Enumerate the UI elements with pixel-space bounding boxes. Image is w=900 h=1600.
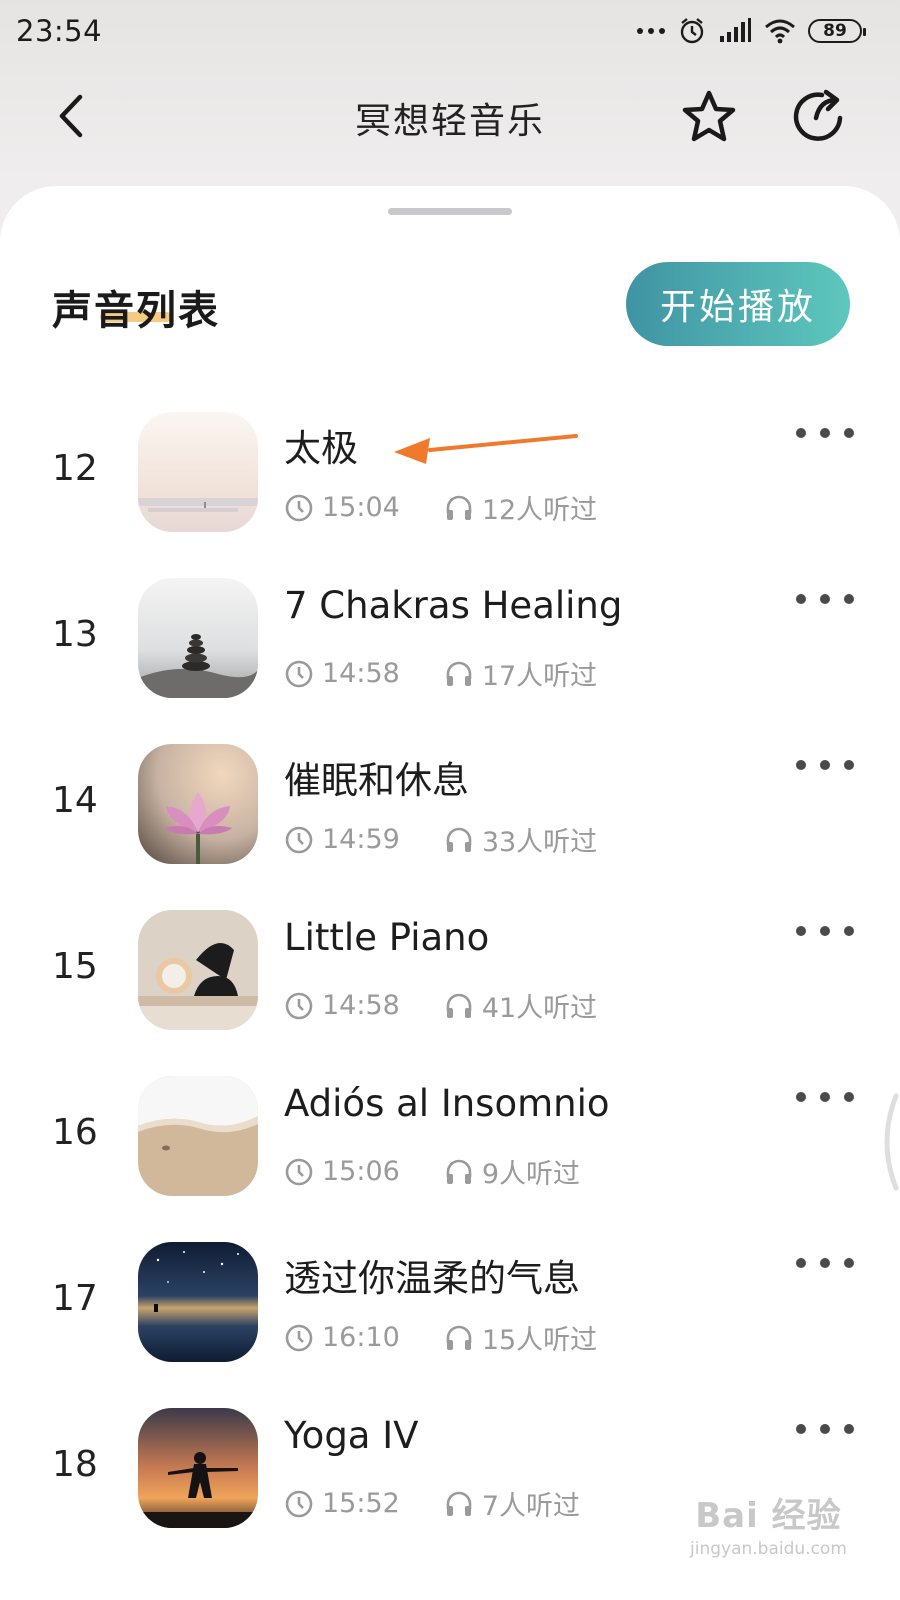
clock-icon — [285, 494, 313, 521]
clock-icon — [285, 1158, 313, 1185]
track-duration: 14:58 — [322, 990, 400, 1021]
section-title: 声音列表 — [52, 288, 220, 334]
track-row[interactable]: 16 Adiós al Insomnio 15:06 9人听过 — [0, 1076, 900, 1226]
track-listens: 7人听过 — [481, 1491, 580, 1522]
annotation-arrow-icon — [394, 434, 578, 464]
track-meta: 15:52 7人听过 — [284, 1484, 580, 1523]
track-meta: 15:04 12人听过 — [284, 488, 597, 527]
track-meta: 16:10 15人听过 — [284, 1318, 597, 1357]
track-duration: 15:06 — [322, 1156, 400, 1187]
nav-bar: 冥想轻音乐 — [0, 70, 900, 162]
headphones-icon — [446, 993, 472, 1018]
more-dots-icon — [637, 28, 665, 34]
track-duration: 14:59 — [322, 824, 400, 855]
watermark-logo: Bai 经验 — [695, 1496, 842, 1536]
track-listens: 12人听过 — [481, 495, 598, 526]
track-row[interactable]: 14 催眠和休息 14:59 33人听过 — [0, 744, 900, 894]
track-index: 12 — [52, 448, 98, 489]
track-index: 15 — [52, 946, 98, 987]
more-options-button[interactable] — [796, 754, 854, 776]
clock-icon — [285, 660, 313, 687]
track-index: 14 — [52, 780, 98, 821]
start-play-button[interactable]: 开始播放 — [626, 262, 850, 346]
more-options-button[interactable] — [796, 1086, 854, 1108]
clock-icon — [285, 826, 313, 853]
track-meta: 14:59 33人听过 — [284, 820, 597, 859]
track-row[interactable]: 17 透过你温柔的气息 16:10 15人听过 — [0, 1242, 900, 1392]
clock-icon — [285, 1324, 313, 1351]
more-options-button[interactable] — [796, 1252, 854, 1274]
track-duration: 15:52 — [322, 1488, 400, 1519]
clock-icon — [285, 992, 313, 1019]
track-cover-night-sky-lake — [138, 1242, 258, 1362]
track-listens: 15人听过 — [481, 1325, 598, 1356]
signal-icon — [720, 18, 751, 42]
share-refresh-icon — [793, 89, 843, 141]
wifi-icon — [765, 19, 795, 44]
edge-swipe-handle[interactable] — [872, 1092, 900, 1192]
status-time: 23:54 — [16, 14, 103, 48]
more-options-button[interactable] — [796, 1418, 854, 1440]
more-options-button[interactable] — [796, 920, 854, 942]
track-meta: 15:06 9人听过 — [284, 1152, 580, 1191]
track-title: Little Piano — [284, 916, 490, 959]
track-row[interactable]: 13 7 Chakras Healing 14:58 17人听过 — [0, 578, 900, 728]
track-title: 7 Chakras Healing — [284, 584, 623, 627]
headphones-icon — [446, 827, 472, 852]
star-icon — [682, 90, 736, 142]
track-duration: 14:58 — [322, 658, 400, 689]
headphones-icon — [446, 1491, 472, 1516]
track-listens: 17人听过 — [481, 661, 598, 692]
track-cover-stacked-stones — [138, 578, 258, 698]
track-title: 催眠和休息 — [284, 759, 469, 802]
status-bar: 23:54 89 — [0, 0, 900, 62]
track-cover-sunset-silhouette — [138, 1408, 258, 1528]
battery-icon: 89 — [808, 19, 866, 43]
more-options-button[interactable] — [796, 422, 854, 444]
screen: 23:54 89 冥想轻音乐 声音列表 开始播放 12 太极 15:04 12人… — [0, 0, 900, 1600]
favorite-button[interactable] — [678, 86, 740, 148]
clock-icon — [285, 1490, 313, 1517]
track-title: 太极 — [284, 427, 358, 470]
track-cover-beach-wave — [138, 1076, 258, 1196]
battery-level: 89 — [823, 21, 847, 41]
track-listens: 41人听过 — [481, 993, 598, 1024]
track-title: Adiós al Insomnio — [284, 1082, 610, 1125]
more-options-button[interactable] — [796, 588, 854, 610]
alarm-icon — [680, 18, 704, 44]
track-title: 透过你温柔的气息 — [284, 1257, 580, 1300]
track-row[interactable]: 15 Little Piano 14:58 41人听过 — [0, 910, 900, 1060]
track-listens: 9人听过 — [481, 1159, 580, 1190]
headphones-icon — [446, 495, 472, 520]
headphones-icon — [446, 1325, 472, 1350]
status-icons: 89 — [636, 17, 866, 45]
track-cover-misty-sea — [138, 412, 258, 532]
watermark: Bai 经验 jingyan.baidu.com — [690, 1488, 847, 1559]
share-button[interactable] — [790, 86, 852, 148]
track-meta: 14:58 41人听过 — [284, 986, 597, 1025]
track-index: 18 — [52, 1444, 98, 1485]
headphones-icon — [446, 1159, 472, 1184]
track-listens: 33人听过 — [481, 827, 598, 858]
track-duration: 16:10 — [322, 1322, 400, 1353]
track-title: Yoga IV — [284, 1414, 419, 1457]
track-index: 17 — [52, 1278, 98, 1319]
page-title: 冥想轻音乐 — [354, 101, 545, 142]
drag-handle[interactable] — [388, 208, 512, 215]
headphones-icon — [446, 661, 472, 686]
track-index: 16 — [52, 1112, 98, 1153]
track-cover-sculpture-shelf — [138, 910, 258, 1030]
watermark-url: jingyan.baidu.com — [690, 1539, 847, 1559]
track-meta: 14:58 17人听过 — [284, 654, 597, 693]
track-duration: 15:04 — [322, 492, 400, 523]
track-index: 13 — [52, 614, 98, 655]
track-cover-lotus-flower — [138, 744, 258, 864]
